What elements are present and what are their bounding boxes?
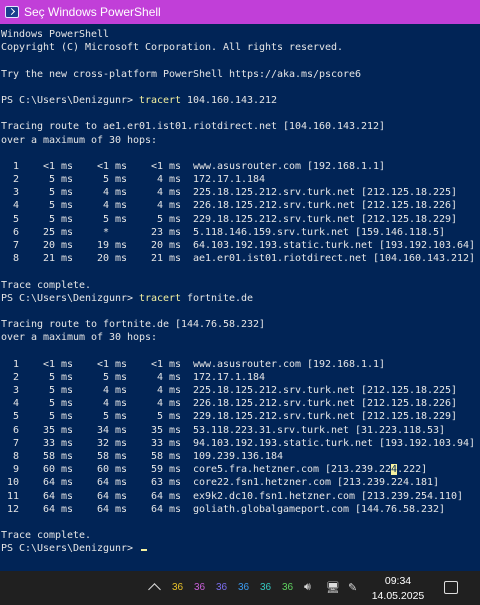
console-line: 11 64 ms 64 ms 64 ms ex9k2.dc10.fsn1.het…	[1, 490, 464, 502]
prompt-text: PS C:\Users\Denizgunr>	[1, 543, 140, 555]
console-output[interactable]: Windows PowerShell Copyright (C) Microsof…	[0, 24, 480, 571]
console-line: over a maximum of 30 hops:	[1, 134, 158, 146]
console-line: 4 5 ms 4 ms 4 ms 226.18.125.212.srv.turk…	[1, 398, 458, 410]
console-line: Trace complete.	[1, 279, 92, 291]
command-name: tracert	[139, 292, 182, 304]
console-line: 1 <1 ms <1 ms <1 ms www.asusrouter.com […	[1, 160, 386, 172]
taskbar: 36 36 36 36 36 36 🔊︎ 🖥︎ ✎ 09:34 14.05.2025	[0, 571, 480, 605]
prompt-line: PS C:\Users\Denizgunr> tracert 104.160.1…	[1, 94, 480, 107]
console-line: Copyright (C) Microsoft Corporation. All…	[1, 42, 344, 54]
prompt-line: PS C:\Users\Denizgunr> tracert fortnite.…	[1, 292, 480, 305]
console-line: 2 5 ms 5 ms 4 ms 172.17.1.184	[1, 174, 266, 186]
show-hidden-icons-icon[interactable]	[148, 583, 161, 596]
speaker-icon[interactable]: 🔊︎	[304, 581, 311, 594]
console-line: 1 <1 ms <1 ms <1 ms www.asusrouter.com […	[1, 358, 386, 370]
text-cursor	[141, 549, 148, 552]
console-line: Tracing route to fortnite.de [144.76.58.…	[1, 319, 266, 331]
console-line: 3 5 ms 4 ms 4 ms 225.18.125.212.srv.turk…	[1, 187, 458, 199]
title-bar[interactable]: Seç Windows PowerShell	[0, 0, 480, 24]
network-icon[interactable]: 🖥︎	[326, 581, 340, 594]
powershell-icon	[5, 6, 19, 18]
console-line: 3 5 ms 4 ms 4 ms 225.18.125.212.srv.turk…	[1, 385, 458, 397]
hop9-before: 9 60 ms 60 ms 59 ms core5.fra.hetzner.co…	[1, 464, 392, 476]
console-line: 4 5 ms 4 ms 4 ms 226.18.125.212.srv.turk…	[1, 200, 458, 212]
hop9-after: .222]	[397, 464, 428, 476]
console-line: 8 58 ms 58 ms 58 ms 109.239.136.184	[1, 451, 284, 462]
tray-indicator-4[interactable]: 36	[238, 582, 249, 593]
window-title: Seç Windows PowerShell	[24, 5, 161, 19]
console-line: Tracing route to ae1.er01.ist01.riotdire…	[1, 121, 386, 133]
console-line: 5 5 ms 5 ms 5 ms 229.18.125.212.srv.turk…	[1, 411, 458, 423]
console-line: 6 35 ms 34 ms 35 ms 53.118.223.31.srv.tu…	[1, 424, 446, 436]
tray-indicator-5[interactable]: 36	[260, 582, 271, 593]
clock-date: 14.05.2025	[371, 590, 425, 602]
tray-indicator-1[interactable]: 36	[172, 582, 183, 593]
clock-time: 09:34	[384, 575, 412, 587]
clock[interactable]: 09:34 14.05.2025	[370, 574, 426, 604]
console-line: 5 5 ms 5 ms 5 ms 229.18.125.212.srv.turk…	[1, 213, 458, 225]
console-line: 10 64 ms 64 ms 63 ms core22.fsn1.hetzner…	[1, 477, 440, 489]
console-line: Trace complete.	[1, 530, 92, 542]
console-line: Windows PowerShell	[1, 29, 110, 40]
tray-indicator-6[interactable]: 36	[282, 582, 293, 593]
prompt-text: PS C:\Users\Denizgunr>	[1, 292, 140, 304]
console-line: 7 33 ms 32 ms 33 ms 94.103.192.193.stati…	[1, 437, 476, 449]
prompt-text: PS C:\Users\Denizgunr>	[1, 94, 140, 106]
command-argument: 104.160.143.212	[181, 94, 278, 106]
prompt-line: PS C:\Users\Denizgunr>	[1, 542, 480, 555]
console-line: 7 20 ms 19 ms 20 ms 64.103.192.193.stati…	[1, 240, 476, 251]
command-argument: fortnite.de	[181, 292, 254, 304]
console-line: Try the new cross-platform PowerShell ht…	[1, 68, 362, 80]
console-line: 6 25 ms * 23 ms 5.118.146.159.srv.turk.n…	[1, 226, 446, 238]
tray-indicator-3[interactable]: 36	[216, 582, 227, 593]
console-line: 8 21 ms 20 ms 21 ms ae1.er01.ist01.riotd…	[1, 253, 476, 265]
notification-icon[interactable]	[444, 581, 458, 594]
pen-icon[interactable]: ✎	[348, 581, 357, 594]
console-line: over a maximum of 30 hops:	[1, 332, 158, 344]
tray-indicator-2[interactable]: 36	[194, 582, 205, 593]
command-name: tracert	[139, 94, 182, 106]
console-line: 12 64 ms 64 ms 64 ms goliath.globalgamep…	[1, 503, 446, 515]
console-line: 2 5 ms 5 ms 4 ms 172.17.1.184	[1, 371, 266, 383]
console-line-selected: 9 60 ms 60 ms 59 ms core5.fra.hetzner.co…	[1, 463, 480, 476]
